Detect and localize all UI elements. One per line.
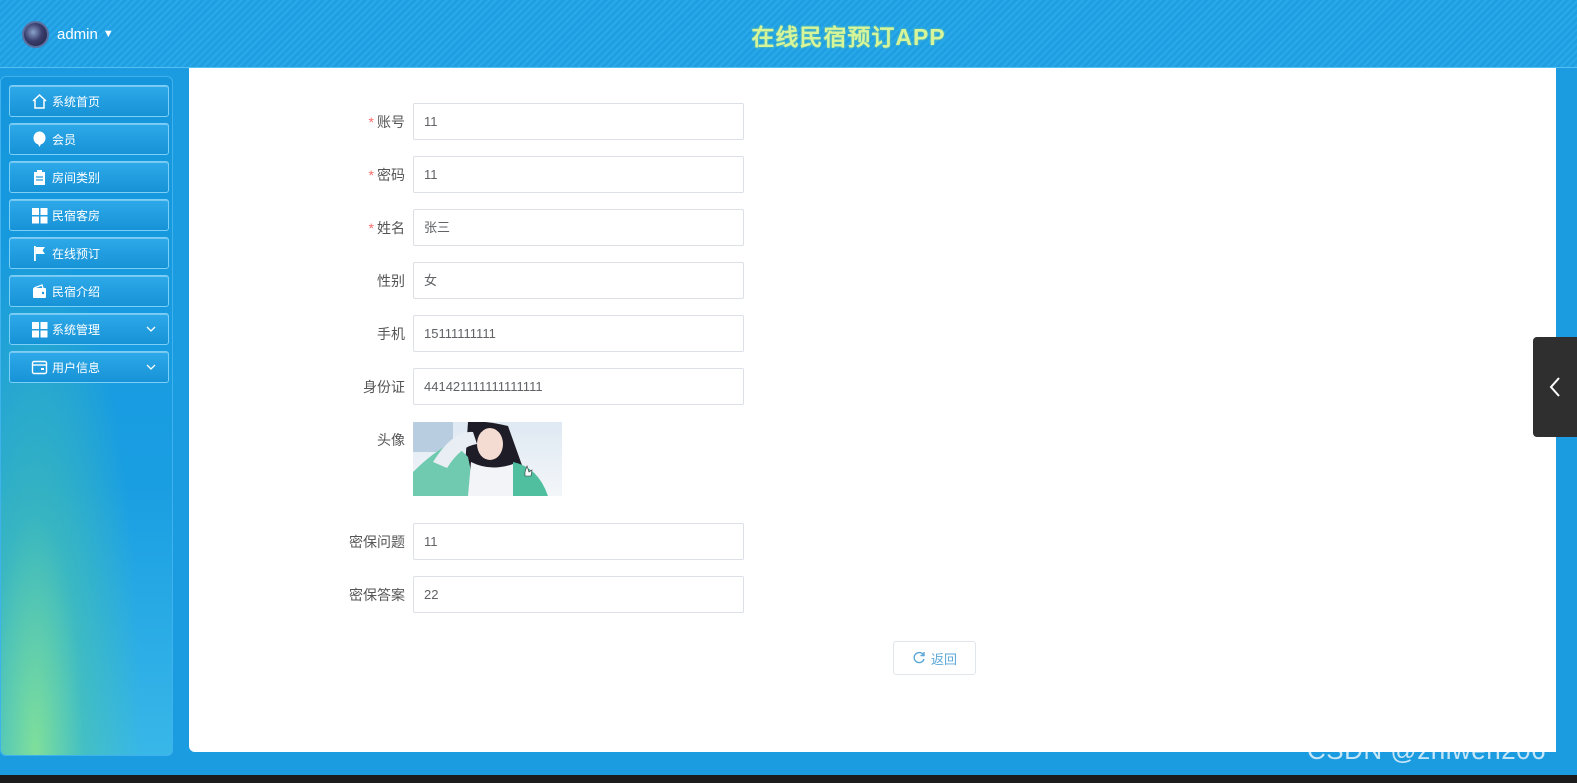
sidebar-menu: 系统首页 会员 房间类别 民宿客房 在线预订 民宿介绍 系统管理 用户信息 <box>9 85 169 389</box>
required-mark: * <box>368 220 374 236</box>
field-label: * 账号 <box>368 114 405 130</box>
form-row-security-answer: 密保答案 22 <box>189 576 749 614</box>
field-label: * 密码 <box>368 167 405 183</box>
home-icon <box>30 92 48 110</box>
sidebar-item-label: 系统管理 <box>52 322 101 337</box>
required-mark: * <box>368 167 374 183</box>
clipboard-icon <box>30 168 48 186</box>
form-row-security-question: 密保问题 11 <box>189 523 749 561</box>
top-header: admin ▼ 在线民宿预订APP <box>0 0 1577 68</box>
form-row-gender: 性别 女 <box>189 262 749 300</box>
sidebar-item-label: 房间类别 <box>52 170 101 185</box>
sidebar-item-system-management[interactable]: 系统管理 <box>9 313 169 345</box>
field-label: * 姓名 <box>368 220 405 236</box>
field-label: 密保问题 <box>349 534 405 550</box>
field-label: 头像 <box>377 432 405 448</box>
sidebar-item-label: 民宿客房 <box>52 208 101 223</box>
sidebar-item-room-category[interactable]: 房间类别 <box>9 161 169 193</box>
sidebar-item-member[interactable]: 会员 <box>9 123 169 155</box>
back-button-label: 返回 <box>930 651 957 667</box>
sidebar-item-online-booking[interactable]: 在线预订 <box>9 237 169 269</box>
phone-field[interactable]: 15111111111 <box>413 315 744 352</box>
card-icon <box>30 358 48 376</box>
security-answer-field[interactable]: 22 <box>413 576 744 613</box>
chevron-down-icon <box>146 326 156 332</box>
sidebar-item-label: 系统首页 <box>52 94 101 109</box>
flag-icon <box>30 244 48 262</box>
form-row-id-card: 身份证 441421111111111111 <box>189 368 749 406</box>
back-button[interactable]: 返回 <box>893 641 976 675</box>
sidebar-item-label: 会员 <box>52 132 77 147</box>
grid-icon <box>30 206 48 224</box>
account-field[interactable]: 11 <box>413 103 744 140</box>
bottom-bar <box>0 775 1577 783</box>
chevron-down-icon <box>146 364 156 370</box>
side-panel-toggle[interactable] <box>1533 337 1577 437</box>
sidebar-item-home[interactable]: 系统首页 <box>9 85 169 117</box>
form-row-account: * 账号 11 <box>189 103 749 141</box>
field-label: 密保答案 <box>349 587 405 603</box>
chevron-left-icon <box>1549 377 1560 397</box>
password-field[interactable]: 11 <box>413 156 744 193</box>
field-label: 身份证 <box>363 379 405 395</box>
wallet-icon <box>30 282 48 300</box>
form-row-password: * 密码 11 <box>189 156 749 194</box>
sidebar-item-introduction[interactable]: 民宿介绍 <box>9 275 169 307</box>
field-label: 性别 <box>377 273 405 289</box>
required-mark: * <box>368 114 374 130</box>
grid-icon <box>30 320 48 338</box>
sidebar-item-label: 用户信息 <box>52 360 101 375</box>
form-row-name: * 姓名 张三 <box>189 209 749 247</box>
sidebar: 系统首页 会员 房间类别 民宿客房 在线预订 民宿介绍 系统管理 用户信息 <box>0 76 173 756</box>
name-field[interactable]: 张三 <box>413 209 744 246</box>
sidebar-item-label: 民宿介绍 <box>52 284 101 299</box>
main-panel: * 账号 11 * 密码 11 * 姓名 张三 性别 女 手机 15111111111… <box>189 68 1556 752</box>
balloon-icon <box>30 130 48 148</box>
user-info-form: * 账号 11 * 密码 11 * 姓名 张三 性别 女 手机 15111111111… <box>189 68 1556 752</box>
refresh-icon <box>913 651 925 664</box>
form-row-phone: 手机 15111111111 <box>189 315 749 353</box>
sidebar-item-label: 在线预订 <box>52 246 101 261</box>
app-title: 在线民宿预订APP <box>751 24 946 50</box>
security-question-field[interactable]: 11 <box>413 523 744 560</box>
avatar-image[interactable] <box>413 422 562 496</box>
id-card-field[interactable]: 441421111111111111 <box>413 368 744 405</box>
field-label: 手机 <box>377 326 405 342</box>
sidebar-item-user-info[interactable]: 用户信息 <box>9 351 169 383</box>
sidebar-item-guest-rooms[interactable]: 民宿客房 <box>9 199 169 231</box>
watermark: CSDN @zhiwen206 <box>1307 735 1547 765</box>
gender-field[interactable]: 女 <box>413 262 744 299</box>
